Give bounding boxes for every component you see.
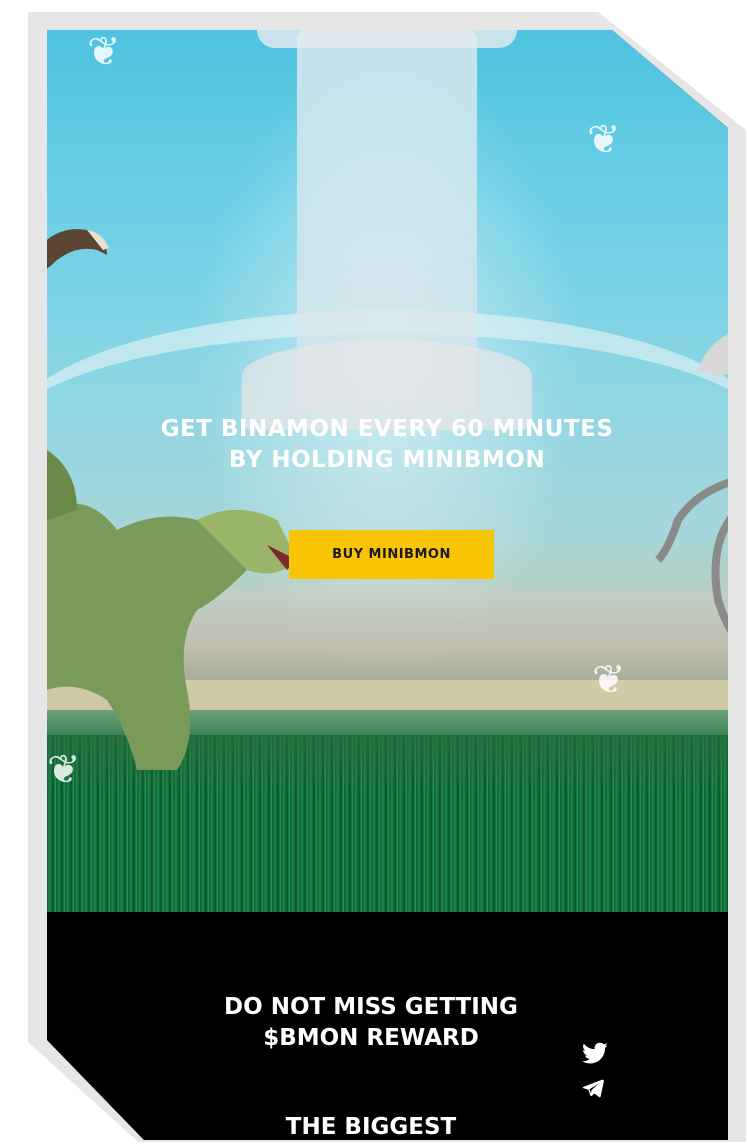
buy-minibmon-button[interactable]: BUY MINIBMON bbox=[289, 530, 494, 579]
page-frame: ❦ ❦ ❦ ❦ GET BINAMON EVERY 60 MINUTES BY … bbox=[0, 0, 747, 1147]
dragon-illustration bbox=[47, 450, 297, 770]
footer-section: DO NOT MISS GETTING $BMON REWARD THE BIG… bbox=[47, 912, 728, 1140]
eagle-illustration bbox=[47, 229, 109, 275]
butterfly-icon: ❦ bbox=[47, 747, 81, 793]
butterfly-icon: ❦ bbox=[592, 657, 626, 703]
butterfly-icon: ❦ bbox=[87, 30, 121, 75]
footer-heading: DO NOT MISS GETTING $BMON REWARD bbox=[224, 994, 518, 1051]
hero-heading: GET BINAMON EVERY 60 MINUTES BY HOLDING … bbox=[160, 416, 614, 473]
mobile-screen: ❦ ❦ ❦ ❦ GET BINAMON EVERY 60 MINUTES BY … bbox=[47, 30, 728, 1140]
hero-section: ❦ ❦ ❦ ❦ GET BINAMON EVERY 60 MINUTES BY … bbox=[47, 30, 728, 912]
telegram-icon[interactable] bbox=[581, 1076, 609, 1104]
social-links bbox=[581, 1040, 621, 1112]
butterfly-icon: ❦ bbox=[587, 117, 621, 163]
footer-subheading: THE BIGGEST bbox=[285, 1114, 457, 1140]
creature-illustration bbox=[655, 330, 728, 640]
stadium-tower-top bbox=[257, 30, 517, 48]
twitter-icon[interactable] bbox=[581, 1040, 609, 1068]
